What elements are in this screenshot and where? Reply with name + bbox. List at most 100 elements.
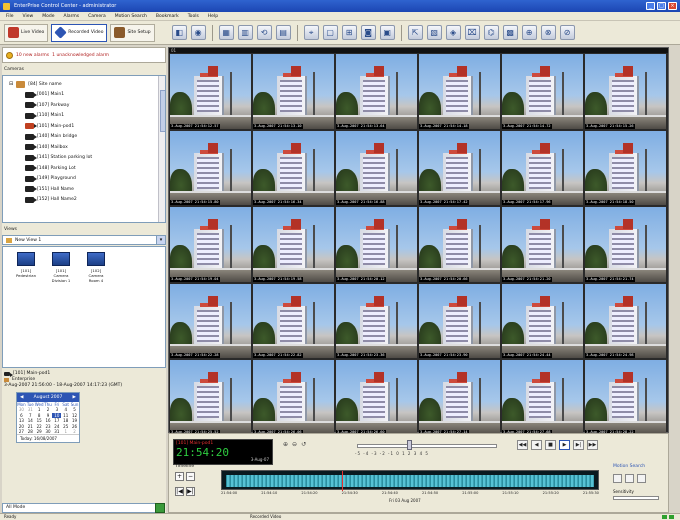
toolbar-tool-icon[interactable]: ⊗	[540, 25, 556, 40]
timeline-cursor[interactable]	[342, 471, 343, 491]
video-tile[interactable]: 3-Aug-2007 21:54:23.36	[336, 283, 417, 358]
view-select[interactable]: New View 1 ▾	[2, 235, 166, 245]
alarm-bar[interactable]: 10 new alarms 1 unacknowledged alarm	[2, 47, 166, 63]
tree-camera-item[interactable]: [148] Parking Lot	[7, 163, 165, 174]
toolbar-tool-icon[interactable]: ⌧	[464, 25, 480, 40]
video-tile[interactable]: 3-Aug-2007 21:54:21.74	[585, 207, 666, 282]
tree-site[interactable]: ⊟ [84] Site name	[7, 79, 165, 90]
toolbar-tool-icon[interactable]: ◙	[360, 25, 376, 40]
speed-slider[interactable]	[357, 444, 497, 448]
video-tile[interactable]: 3-Aug-2007 21:54:23.90	[419, 283, 500, 358]
motion-sensitivity-slider[interactable]	[613, 496, 659, 500]
tree-camera-item[interactable]: [101] Main-pod1	[7, 121, 165, 132]
fast-forward-button[interactable]: ▶▶	[587, 440, 598, 450]
menu-motion-search[interactable]: Motion Search	[115, 14, 147, 19]
video-tile[interactable]: 3-Aug-2007 21:54:18.50	[585, 130, 666, 205]
menu-mode[interactable]: Mode	[42, 14, 54, 19]
next-clip-button[interactable]: ▶|	[186, 487, 195, 496]
toolbar-tool-icon[interactable]: ▤	[275, 25, 291, 40]
menu-view[interactable]: View	[23, 14, 34, 19]
video-tile[interactable]: 3-Aug-2007 21:54:27.68	[502, 360, 583, 435]
speed-slider-thumb[interactable]	[407, 440, 412, 450]
prev-month-button[interactable]: ◀	[20, 395, 23, 400]
video-tile[interactable]: 3-Aug-2007 21:54:21.20	[502, 207, 583, 282]
toolbar-tool-icon[interactable]: ⌬	[483, 25, 499, 40]
video-tile[interactable]: 3-Aug-2007 21:54:22.28	[170, 283, 251, 358]
menu-help[interactable]: Help	[208, 14, 218, 19]
toolbar-tool-icon[interactable]: ⌖	[303, 25, 319, 40]
unacked-alarms-link[interactable]: 1 unacknowledged alarm	[52, 53, 109, 58]
video-tile[interactable]: 3-Aug-2007 21:54:16.88	[336, 130, 417, 205]
view-item[interactable]: [101] Camera Division 1	[48, 252, 74, 362]
toolbar-tool-icon[interactable]: ▢	[322, 25, 338, 40]
tree-camera-item[interactable]: [151] Hall Name	[7, 184, 165, 195]
menu-bookmark[interactable]: Bookmark	[156, 14, 179, 19]
view-item[interactable]: [102] Camera Room 4	[83, 252, 109, 362]
toolbar-tool-icon[interactable]: ▩	[502, 25, 518, 40]
video-tile[interactable]: 3-Aug-2007 21:54:19.58	[253, 207, 334, 282]
video-tile[interactable]: 3-Aug-2007 21:54:14.72	[502, 54, 583, 129]
calendar-day[interactable]: 1	[61, 429, 70, 434]
tree-camera-item[interactable]: [152] Hall Name2	[7, 195, 165, 206]
calendar-today[interactable]: Today: 16/08/2007	[17, 434, 79, 442]
menu-alarms[interactable]: Alarms	[63, 14, 79, 19]
calendar-day[interactable]: 29	[35, 429, 44, 434]
toolbar-tool-icon[interactable]: ◧	[171, 25, 187, 40]
recorded-video-button[interactable]: Recorded Video	[51, 23, 108, 42]
video-tile[interactable]: 3-Aug-2007 21:54:15.80	[170, 130, 251, 205]
calendar-day[interactable]: 31	[52, 429, 61, 434]
video-tile[interactable]: 3-Aug-2007 21:54:28.22	[585, 360, 666, 435]
video-tile[interactable]: 3-Aug-2007 21:54:26.06	[253, 360, 334, 435]
zoom-in-icon[interactable]: ⊕	[283, 441, 288, 448]
close-button[interactable]: ×	[668, 2, 677, 10]
menu-file[interactable]: File	[6, 14, 14, 19]
step-back-button[interactable]: ◀	[531, 440, 542, 450]
maximize-button[interactable]: □	[657, 2, 666, 10]
minimize-button[interactable]: _	[646, 2, 655, 10]
remove-bookmark-button[interactable]: −	[186, 472, 195, 481]
calendar-day[interactable]: 30	[44, 429, 53, 434]
video-tile[interactable]: 3-Aug-2007 21:54:27.14	[419, 360, 500, 435]
tree-camera-item[interactable]: [149] Playground	[7, 174, 165, 185]
video-tile[interactable]: 3-Aug-2007 21:54:17.96	[502, 130, 583, 205]
toolbar-tool-icon[interactable]: ⊞	[341, 25, 357, 40]
go-button[interactable]	[155, 503, 165, 513]
tree-camera-item[interactable]: [140] Mailbox	[7, 142, 165, 153]
calendar-day[interactable]: 27	[17, 429, 26, 434]
toolbar-tool-icon[interactable]: ⊘	[559, 25, 575, 40]
tree-scrollbar[interactable]	[158, 76, 165, 222]
video-tile[interactable]: 3-Aug-2007 21:54:17.42	[419, 130, 500, 205]
zoom-reset-icon[interactable]: ↺	[301, 441, 306, 448]
add-bookmark-button[interactable]: +	[175, 472, 184, 481]
calendar-day[interactable]: 2	[70, 429, 79, 434]
tree-camera-item[interactable]: [110] Main1	[7, 111, 165, 122]
tree-camera-item[interactable]: [001] Main1	[7, 90, 165, 101]
video-tile[interactable]: 3-Aug-2007 21:54:13.64	[336, 54, 417, 129]
motion-grid-icon[interactable]	[625, 474, 634, 483]
video-tile[interactable]: 3-Aug-2007 21:54:16.34	[253, 130, 334, 205]
menu-tools[interactable]: Tools	[188, 14, 199, 19]
toolbar-tool-icon[interactable]: ▣	[379, 25, 395, 40]
video-tile[interactable]: 3-Aug-2007 21:54:26.60	[336, 360, 417, 435]
step-forward-button[interactable]: ▶|	[573, 440, 584, 450]
video-tile[interactable]: 3-Aug-2007 21:54:20.66	[419, 207, 500, 282]
timeline-track[interactable]	[221, 470, 599, 491]
tree-camera-item[interactable]: [107] Parkway	[7, 100, 165, 111]
chevron-down-icon[interactable]: ▾	[156, 236, 165, 244]
rewind-button[interactable]: ◀◀	[517, 440, 528, 450]
calendar-day[interactable]: 28	[26, 429, 35, 434]
next-month-button[interactable]: ▶	[73, 395, 76, 400]
video-tile[interactable]: 3-Aug-2007 21:54:24.44	[502, 283, 583, 358]
video-tile[interactable]: 3-Aug-2007 21:54:22.82	[253, 283, 334, 358]
prev-clip-button[interactable]: |◀	[175, 487, 184, 496]
toolbar-tool-icon[interactable]: ◉	[190, 25, 206, 40]
video-tile[interactable]: 3-Aug-2007 21:54:15.26	[585, 54, 666, 129]
toolbar-tool-icon[interactable]: ⊕	[521, 25, 537, 40]
toolbar-tool-icon[interactable]: ▦	[218, 25, 234, 40]
tree-camera-item[interactable]: [140] Main bridge	[7, 132, 165, 143]
toolbar-tool-icon[interactable]: ▥	[237, 25, 253, 40]
toolbar-tool-icon[interactable]: ⇱	[407, 25, 423, 40]
toolbar-tool-icon[interactable]: ▧	[426, 25, 442, 40]
video-tile[interactable]: 3-Aug-2007 21:54:12.57	[170, 54, 251, 129]
motion-draw-icon[interactable]	[613, 474, 622, 483]
